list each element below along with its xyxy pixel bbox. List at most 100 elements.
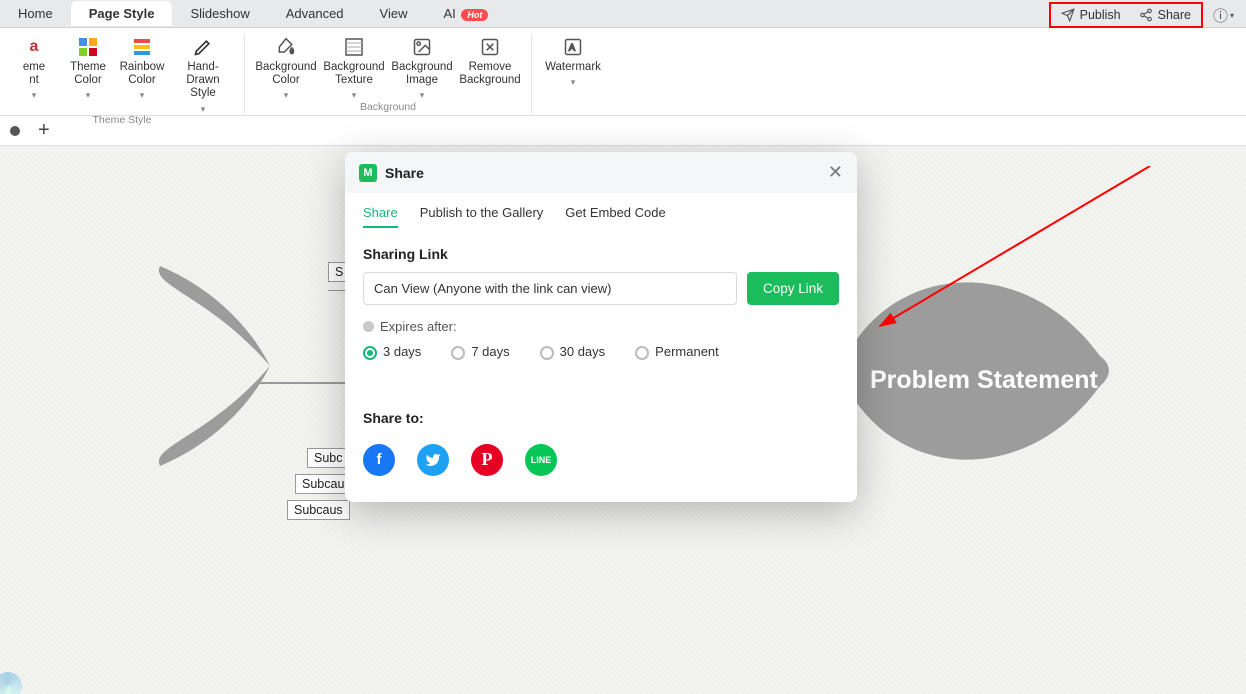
facebook-button[interactable]: f — [363, 444, 395, 476]
rainbow-label: Rainbow Color — [120, 61, 165, 87]
expire-perm-label: Permanent — [655, 344, 719, 359]
pinterest-icon: P — [482, 449, 493, 470]
sharing-link-heading: Sharing Link — [363, 246, 839, 262]
app-logo-icon: M — [359, 164, 377, 182]
remove-bg-icon — [479, 36, 501, 58]
expire-option-30days[interactable]: 30 days — [540, 344, 606, 360]
tab-view[interactable]: View — [362, 1, 426, 26]
group-label-theme-style: Theme Style — [93, 114, 152, 126]
hand-drawn-icon — [192, 36, 214, 58]
document-tab-bar: + — [0, 116, 1246, 146]
bg-color-label: Background Color — [255, 61, 316, 87]
chevron-down-icon: ▾ — [86, 90, 91, 100]
radio-icon — [363, 346, 377, 360]
theme-color-icon — [77, 36, 99, 58]
group-label-background: Background — [360, 101, 416, 113]
theme-color-label: Theme Color — [70, 61, 106, 87]
subcause-box-2[interactable]: Subc — [307, 448, 350, 468]
chevron-down-icon: ▾ — [32, 90, 37, 100]
modal-tab-gallery[interactable]: Publish to the Gallery — [420, 205, 544, 228]
highlight-box: Publish Share — [1049, 2, 1203, 28]
share-button[interactable]: Share — [1131, 5, 1199, 25]
chevron-down-icon: ▾ — [201, 104, 206, 114]
modal-body: Share Publish to the Gallery Get Embed C… — [345, 193, 857, 502]
expire-option-7days[interactable]: 7 days — [451, 344, 509, 360]
close-button[interactable]: ✕ — [828, 162, 843, 183]
hot-badge: Hot — [461, 9, 488, 21]
share-link-input[interactable] — [363, 272, 737, 305]
theme-color-button[interactable]: Theme Color ▾ — [64, 34, 112, 114]
tab-ai[interactable]: AI Hot — [426, 1, 507, 26]
fish-tail-shape — [150, 256, 330, 476]
twitter-icon — [425, 452, 441, 468]
radio-icon — [540, 346, 554, 360]
copy-link-button[interactable]: Copy Link — [747, 272, 839, 305]
remove-bg-button[interactable]: Remove Background — [459, 34, 521, 101]
tab-page-style[interactable]: Page Style — [71, 1, 173, 26]
chevron-down-icon: ▾ — [352, 90, 357, 100]
bg-image-label: Background Image — [391, 61, 452, 87]
tab-slideshow[interactable]: Slideshow — [172, 1, 267, 26]
decorative-circle — [0, 672, 22, 694]
ribbon-group-theme-style: a eme nt ▾ Theme Color ▾ Rainbow Color ▾ — [0, 34, 245, 115]
twitter-button[interactable] — [417, 444, 449, 476]
link-row: Copy Link — [363, 272, 839, 305]
line-icon: LINE — [531, 455, 552, 465]
watermark-label: Watermark — [545, 61, 601, 74]
share-to-heading: Share to: — [363, 410, 839, 426]
fish-spine-line — [260, 382, 350, 384]
expire-option-permanent[interactable]: Permanent — [635, 344, 719, 360]
menu-tabs: Home Page Style Slideshow Advanced View … — [0, 0, 1246, 28]
watermark-icon: A — [562, 36, 584, 58]
modal-tab-share[interactable]: Share — [363, 205, 398, 228]
modal-tabs: Share Publish to the Gallery Get Embed C… — [363, 193, 839, 236]
subcause-box-4[interactable]: Subcaus — [287, 500, 350, 520]
ribbon-group-watermark: A Watermark ▾ — [532, 34, 614, 115]
subcause-box-3[interactable]: Subcau — [295, 474, 351, 494]
modal-tab-embed[interactable]: Get Embed Code — [565, 205, 665, 228]
chevron-down-icon: ▾ — [140, 90, 145, 100]
tab-advanced[interactable]: Advanced — [268, 1, 362, 26]
bg-color-button[interactable]: Background Color ▾ — [255, 34, 317, 101]
share-label: Share — [1158, 8, 1191, 22]
expire-option-3days[interactable]: 3 days — [363, 344, 421, 360]
chevron-down-icon: ▾ — [284, 90, 289, 100]
expire-30-label: 30 days — [560, 344, 606, 359]
expire-3-label: 3 days — [383, 344, 421, 359]
top-right-controls: Publish Share ⓘ ▾ — [1049, 2, 1240, 28]
bg-image-icon — [411, 36, 433, 58]
pinterest-button[interactable]: P — [471, 444, 503, 476]
expires-indicator-icon — [363, 321, 374, 332]
bg-texture-icon — [343, 36, 365, 58]
publish-button[interactable]: Publish — [1053, 5, 1129, 25]
rainbow-icon — [131, 36, 153, 58]
problem-statement-text[interactable]: Problem Statement — [870, 366, 1098, 395]
svg-text:A: A — [569, 42, 576, 52]
modal-title: Share — [385, 165, 424, 181]
chevron-down-icon: ▾ — [1230, 11, 1234, 20]
help-icon: ⓘ — [1213, 5, 1228, 26]
rainbow-color-button[interactable]: Rainbow Color ▾ — [118, 34, 166, 114]
ribbon-group-background: Background Color ▾ Background Texture ▾ … — [245, 34, 532, 115]
theme-font-button[interactable]: a eme nt ▾ — [10, 34, 58, 114]
document-tab-dot[interactable] — [10, 126, 20, 136]
publish-label: Publish — [1080, 8, 1121, 22]
bg-image-button[interactable]: Background Image ▾ — [391, 34, 453, 101]
bg-color-icon — [275, 36, 297, 58]
new-tab-button[interactable]: + — [38, 119, 50, 142]
theme-font-icon: a — [23, 36, 45, 58]
chevron-down-icon: ▾ — [420, 90, 425, 100]
social-row: f P LINE — [363, 444, 839, 476]
radio-icon — [451, 346, 465, 360]
bg-texture-button[interactable]: Background Texture ▾ — [323, 34, 385, 101]
remove-bg-label: Remove Background — [459, 61, 520, 87]
share-modal: M Share ✕ Share Publish to the Gallery G… — [345, 152, 857, 502]
tab-home[interactable]: Home — [0, 1, 71, 26]
expire-options: 3 days 7 days 30 days Permanent — [363, 344, 839, 360]
hand-drawn-button[interactable]: Hand-Drawn Style ▾ — [172, 34, 234, 114]
watermark-button[interactable]: A Watermark ▾ — [542, 34, 604, 88]
tab-ai-label: AI — [444, 6, 456, 21]
line-button[interactable]: LINE — [525, 444, 557, 476]
help-button[interactable]: ⓘ ▾ — [1207, 5, 1240, 26]
theme-font-label: eme nt — [23, 61, 45, 87]
